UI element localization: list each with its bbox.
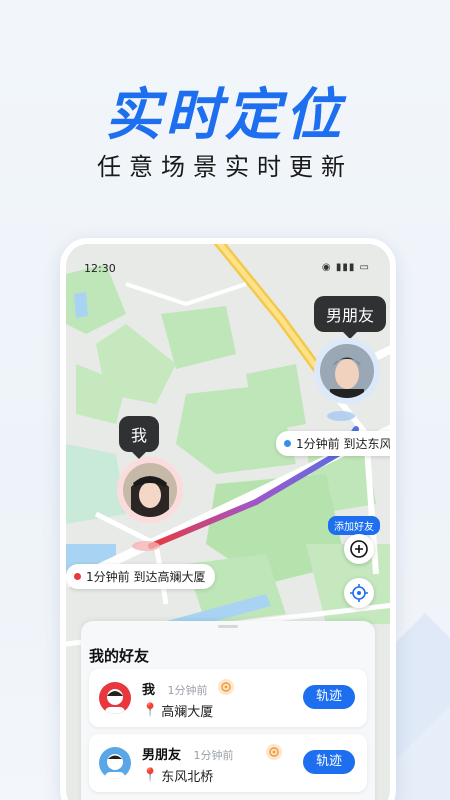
boyfriend-marker[interactable] (314, 338, 380, 404)
boyfriend-bubble: 男朋友 (314, 296, 387, 339)
signal-icon: ▮▮▮ (335, 262, 356, 273)
panel-title: 我的好友 (89, 647, 150, 665)
pin-icon: 📍 (142, 768, 159, 783)
friend-time: 1分钟前 (193, 749, 234, 762)
friends-panel: 我的好友 我 1分钟前 📍 高斓大厦 轨迹 男朋友 1分钟前 📍 东风北桥 轨迹 (81, 621, 375, 800)
track-button[interactable]: 轨迹 (303, 750, 355, 774)
boyfriend-tag-text: 1分钟前 到达东风北桥 (296, 437, 392, 451)
friend-time: 1分钟前 (167, 684, 208, 697)
friend-name-text: 我 (142, 683, 156, 698)
friend-location-text: 东风北桥 (161, 770, 214, 785)
avatar (99, 682, 131, 714)
battery-icon: ▭ (359, 262, 370, 273)
boyfriend-dot-icon (284, 440, 291, 447)
friend-name: 我 1分钟前 (142, 679, 208, 698)
status-icons: ◉ ▮▮▮ ▭ (322, 262, 370, 273)
me-location-tag: 1分钟前 到达高斓大厦 (66, 564, 216, 589)
me-marker[interactable] (117, 457, 183, 523)
me-bubble: 我 (119, 416, 160, 459)
locate-icon (350, 584, 368, 602)
add-friend-label[interactable]: 添加好友 (328, 516, 380, 535)
friend-item-boyfriend[interactable]: 男朋友 1分钟前 📍 东风北桥 轨迹 (89, 734, 367, 792)
me-photo (123, 463, 177, 517)
boyfriend-photo (320, 344, 374, 398)
add-friend-button[interactable] (344, 534, 374, 564)
phone-frame: 12:30 ◉ ▮▮▮ ▭ 男朋友 1分钟前 到达东风北桥 我 (60, 238, 396, 800)
pin-icon: 📍 (142, 703, 159, 718)
avatar (99, 747, 131, 779)
subheadline: 任意场景实时更新 (97, 153, 353, 181)
boyfriend-location-tag: 1分钟前 到达东风北桥 (276, 431, 392, 456)
headline: 实时定位 (105, 83, 345, 148)
friend-location: 📍 东风北桥 (142, 766, 213, 785)
friend-name-text: 男朋友 (142, 748, 182, 763)
friend-item-me[interactable]: 我 1分钟前 📍 高斓大厦 轨迹 (89, 669, 367, 727)
friend-location: 📍 高斓大厦 (142, 701, 213, 720)
wifi-icon: ◉ (321, 262, 332, 273)
me-dot-icon (74, 573, 81, 580)
track-button[interactable]: 轨迹 (303, 685, 355, 709)
target-icon[interactable] (217, 678, 235, 696)
plus-circle-icon (350, 540, 368, 558)
friend-location-text: 高斓大厦 (161, 705, 214, 720)
status-time: 12:30 (84, 262, 116, 275)
target-icon[interactable] (265, 743, 283, 761)
locate-button[interactable] (344, 578, 374, 608)
panel-drag-handle[interactable] (218, 625, 238, 628)
me-tag-text: 1分钟前 到达高斓大厦 (86, 570, 206, 584)
friend-name: 男朋友 1分钟前 (142, 744, 234, 763)
